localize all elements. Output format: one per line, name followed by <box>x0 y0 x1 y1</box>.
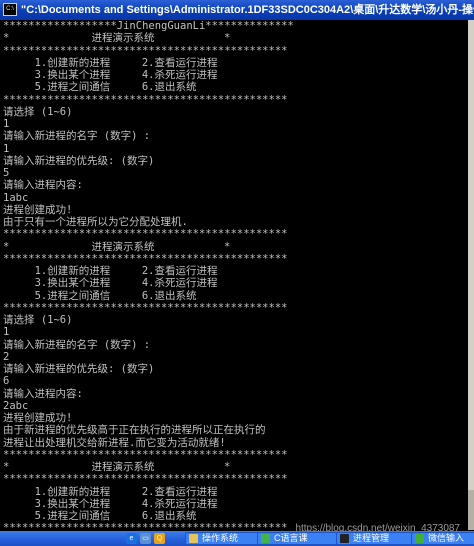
console-line: 5.进程之间通信 6.退出系统 <box>3 510 197 522</box>
console-line: 请输入新进程的优先级: (数字) <box>3 154 155 167</box>
console-line: 2 <box>3 350 10 363</box>
console-line: ****************************************… <box>3 301 288 314</box>
console-line: * 进程演示系统 * <box>3 32 231 45</box>
console-line: 1.创建新的进程 2.查看运行进程 <box>3 485 218 498</box>
taskbar-btn-label: C语言课 <box>274 533 308 543</box>
console-line: 1 <box>3 118 10 130</box>
app-icon <box>340 534 349 543</box>
ie-icon[interactable]: e <box>126 533 137 544</box>
console-line: ****************************************… <box>3 44 288 57</box>
console-line: ****************************************… <box>3 252 288 265</box>
console-line: * 进程演示系统 * <box>3 461 231 473</box>
app-icon <box>261 534 270 543</box>
console-line: 1 <box>3 142 10 155</box>
taskbar-btn-4[interactable]: 微信输入 <box>411 532 474 545</box>
console-line: 请输入进程内容: <box>3 179 83 192</box>
console-output[interactable]: ******************JinChengGuanLi********… <box>3 20 468 530</box>
console-line: ****************************************… <box>3 93 288 106</box>
console-line: 5.进程之间通信 6.退出系统 <box>3 289 197 302</box>
console-line: 请选择 (1~6) <box>3 105 73 118</box>
console-line: 请输入进程内容: <box>3 387 83 400</box>
console-line: 3.换出某个进程 4.杀死运行进程 <box>3 277 218 290</box>
console-icon[interactable]: C:\ <box>3 3 17 16</box>
console-line: 1.创建新的进程 2.查看运行进程 <box>3 265 218 277</box>
taskbar: e ▭ Q 操作系统 C语言课 进程管理 微信输入 <box>0 531 474 546</box>
console-line: 1 <box>3 326 10 339</box>
console-line: 请输入新进程的优先级: (数字) <box>3 363 155 375</box>
console-line: ****************************************… <box>3 228 288 241</box>
desktop-icon[interactable]: ▭ <box>140 533 151 544</box>
console-line: 请输入新进程的名字 (数字) : <box>3 338 151 351</box>
console-line: * 进程演示系统 * <box>3 240 231 253</box>
taskbar-btn-3[interactable]: 进程管理 <box>336 532 416 545</box>
taskbar-btn-2[interactable]: C语言课 <box>257 532 337 545</box>
console-line: ****************************************… <box>3 473 288 486</box>
window-title-bar[interactable]: C:\ "C:\Documents and Settings\Administr… <box>0 0 474 20</box>
vertical-scrollbar[interactable] <box>468 20 474 530</box>
console-line: 3.换出某个进程 4.杀死运行进程 <box>3 497 218 510</box>
console-line: 1.创建新的进程 2.查看运行进程 <box>3 56 218 69</box>
console-line: 进程创建成功! <box>3 412 73 424</box>
console-line: 请选择 (1~6) <box>3 314 73 326</box>
console-line: 6 <box>3 375 10 388</box>
console-line: 进程创建成功! <box>3 203 73 216</box>
console-line: 进程让出处理机交给新进程.而它变为活动就绪! <box>3 436 226 449</box>
console-line: ******************JinChengGuanLi********… <box>3 20 294 32</box>
app-icon <box>189 534 198 543</box>
scrollbar-thumb[interactable] <box>468 490 474 530</box>
console-line: ****************************************… <box>3 448 288 461</box>
taskbar-btn-label: 微信输入 <box>428 533 465 543</box>
console-line: 3.换出某个进程 4.杀死运行进程 <box>3 69 218 81</box>
taskbar-btn-1[interactable]: 操作系统 <box>185 532 265 545</box>
taskbar-btn-label: 操作系统 <box>202 533 239 543</box>
console-line: 5.进程之间通信 6.退出系统 <box>3 81 197 94</box>
console-line: 请输入新进程的名字 (数字) : <box>3 130 151 143</box>
taskbar-btn-label: 进程管理 <box>353 533 390 543</box>
console-line: 由于新进程的优先级高于正在执行的进程所以正在执行的 <box>3 424 266 437</box>
console-line: 由于只有一个进程所以为它分配处理机. <box>3 216 188 228</box>
window-title: "C:\Documents and Settings\Administrator… <box>21 4 474 16</box>
console-line: 2abc <box>3 399 29 412</box>
qq-icon[interactable]: Q <box>154 533 165 544</box>
console-line: 5 <box>3 167 10 179</box>
app-icon <box>415 534 424 543</box>
console-line: 1abc <box>3 191 29 204</box>
